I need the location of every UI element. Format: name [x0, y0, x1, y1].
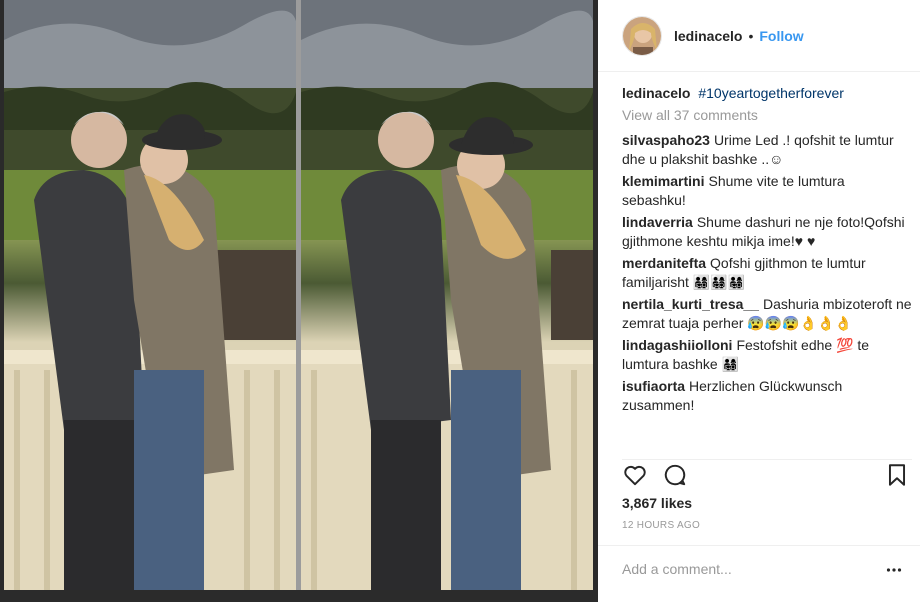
- photo-panel-left: [4, 0, 296, 590]
- comment-username[interactable]: lindagashiiolloni: [622, 337, 732, 353]
- header-username[interactable]: ledinacelo: [674, 28, 742, 44]
- follow-button[interactable]: Follow: [759, 28, 803, 44]
- header-separator-dot: •: [748, 27, 754, 44]
- ellipsis-icon[interactable]: [886, 562, 902, 578]
- couple-photo-right: [301, 0, 593, 590]
- comment-item: silvaspaho23 Urime Led .! qofshit te lumt…: [622, 131, 912, 169]
- add-comment-input[interactable]: [622, 558, 862, 580]
- couple-photo-left: [4, 0, 296, 590]
- avatar-image: [623, 16, 661, 55]
- comments-list: ledinacelo #10yeartogetherforever View a…: [622, 84, 912, 444]
- caption: ledinacelo #10yeartogetherforever: [622, 84, 912, 103]
- comment-item: isufiaorta Herzlichen Glückwunsch zusamme…: [622, 377, 912, 415]
- caption-hashtag[interactable]: #10yeartogetherforever: [698, 85, 844, 101]
- comment-username[interactable]: silvaspaho23: [622, 132, 710, 148]
- comment-username[interactable]: klemimartini: [622, 173, 704, 189]
- likes-count[interactable]: 3,867 likes: [622, 495, 692, 511]
- heart-icon[interactable]: [622, 462, 648, 488]
- comment-username[interactable]: merdanitefta: [622, 255, 706, 271]
- comment-item: merdanitefta Qofshi gjithmon te lumtur fa…: [622, 254, 912, 292]
- view-all-comments-link[interactable]: View all 37 comments: [622, 106, 912, 125]
- avatar[interactable]: [622, 15, 662, 56]
- post-sidebar: ledinacelo • Follow ledinacelo #10yearto…: [598, 0, 920, 602]
- post-timestamp: 12 HOURS AGO: [622, 520, 701, 531]
- comment-username[interactable]: lindaverria: [622, 214, 693, 230]
- post-header: ledinacelo • Follow: [598, 0, 920, 72]
- photo-panel-right: [301, 0, 593, 590]
- add-comment-bar: [598, 545, 920, 595]
- comment-item: nertila_kurti_tresa__ Dashuria mbizoterof…: [622, 295, 912, 333]
- comment-item: lindagashiiolloni Festofshit edhe 💯 te lu…: [622, 336, 912, 374]
- action-bar: [622, 459, 912, 491]
- bookmark-icon[interactable]: [884, 462, 910, 488]
- photo-bottom-strip: [0, 590, 598, 602]
- speech-bubble-icon[interactable]: [662, 462, 688, 488]
- caption-username[interactable]: ledinacelo: [622, 85, 690, 101]
- comment-username[interactable]: nertila_kurti_tresa__: [622, 296, 759, 312]
- comment-item: lindaverria Shume dashuri ne nje foto!Qof…: [622, 213, 912, 251]
- post-photo[interactable]: [0, 0, 598, 602]
- comment-username[interactable]: isufiaorta: [622, 378, 685, 394]
- comment-item: klemimartini Shume vite te lumtura sebash…: [622, 172, 912, 210]
